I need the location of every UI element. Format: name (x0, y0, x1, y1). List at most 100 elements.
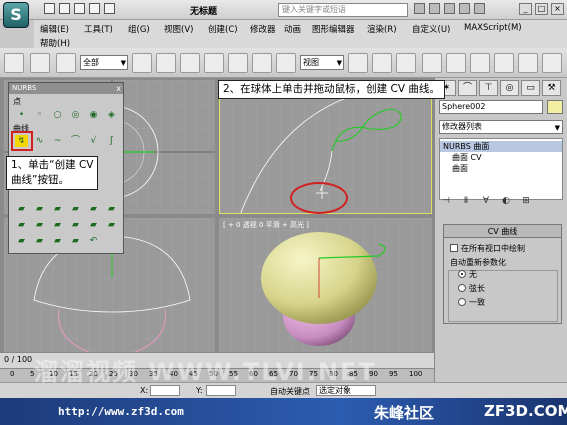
nurbs-curve-curve-point-icon[interactable]: ◎ (69, 109, 82, 121)
cv-curve-rollout-header[interactable]: CV 曲线 (444, 225, 561, 238)
surface-tool-9-icon[interactable]: ▰ (51, 219, 64, 231)
menu-maxscript[interactable]: MAXScript(M) (464, 23, 522, 33)
surface-tool-16-icon[interactable]: ▰ (69, 235, 82, 247)
object-color-swatch[interactable] (547, 100, 563, 114)
selection-filter-dropdown[interactable]: 全部 (80, 55, 128, 70)
app-logo[interactable]: S (3, 2, 29, 28)
snaps-toggle-icon[interactable] (422, 53, 442, 73)
motion-tab-icon[interactable]: ◎ (500, 80, 519, 96)
menu-rendering[interactable]: 渲染(R) (367, 23, 397, 35)
stack-item-surface[interactable]: 曲面 (440, 163, 562, 174)
menu-tools[interactable]: 工具(T) (84, 23, 113, 35)
fit-curve-icon[interactable]: ~ (51, 135, 64, 147)
surface-tool-2-icon[interactable]: ▰ (33, 203, 46, 215)
menu-create[interactable]: 创建(C) (208, 23, 238, 35)
utilities-tab-icon[interactable]: ⚒ (542, 80, 561, 96)
nurbs-surface-curve-point-icon[interactable]: ◈ (105, 109, 118, 121)
subscription-icon[interactable] (429, 3, 440, 14)
menu-group[interactable]: 组(G) (128, 23, 150, 35)
radio-button[interactable] (458, 270, 466, 278)
display-tab-icon[interactable]: ▭ (521, 80, 540, 96)
align-icon[interactable] (518, 53, 538, 73)
help-search-input[interactable]: 键入关键字或短语 (278, 3, 408, 17)
percent-snap-icon[interactable] (470, 53, 490, 73)
surface-tool-6-icon[interactable]: ▰ (105, 203, 118, 215)
open-file-icon[interactable] (59, 3, 70, 14)
favorites-icon[interactable] (459, 3, 470, 14)
minimize-button[interactable]: _ (519, 3, 532, 15)
draw-all-viewports-checkbox[interactable]: 在所有视口中绘制 (450, 243, 525, 254)
configure-sets-icon[interactable]: ⊞ (519, 196, 533, 208)
nurbs-offset-point-icon[interactable]: ◦ (33, 109, 46, 121)
render-icon[interactable] (542, 53, 562, 73)
search-icon[interactable] (414, 3, 425, 14)
surface-tool-7-icon[interactable]: ▰ (15, 219, 28, 231)
redo-icon[interactable] (104, 3, 115, 14)
surface-tool-11-icon[interactable]: ▰ (87, 219, 100, 231)
save-icon[interactable] (74, 3, 85, 14)
new-file-icon[interactable] (44, 3, 55, 14)
bind-space-warp-icon[interactable] (56, 53, 76, 73)
undo-icon[interactable] (4, 53, 24, 73)
make-unique-icon[interactable]: ∀ (479, 196, 493, 208)
nurbs-surface-point-icon[interactable]: ◉ (87, 109, 100, 121)
surface-tool-13-icon[interactable]: ▰ (15, 235, 28, 247)
menu-views[interactable]: 视图(V) (164, 23, 193, 35)
surface-tool-8-icon[interactable]: ▰ (33, 219, 46, 231)
close-icon[interactable]: x (116, 83, 121, 94)
show-end-result-icon[interactable]: Ⅱ (459, 196, 473, 208)
surface-tool-14-icon[interactable]: ▰ (33, 235, 46, 247)
auto-key-button[interactable]: 自动关键点 (270, 386, 310, 397)
hierarchy-tab-icon[interactable]: ⊤ (479, 80, 498, 96)
radio-button[interactable] (458, 298, 466, 306)
rotate-icon[interactable] (252, 53, 272, 73)
modifier-list-dropdown[interactable]: 修改器列表 (439, 120, 563, 134)
select-by-name-icon[interactable] (156, 53, 176, 73)
surface-tool-1-icon[interactable]: ▰ (15, 203, 28, 215)
nurbs-point-icon[interactable]: • (15, 109, 28, 121)
radio-chord-length[interactable]: 弦长 (458, 283, 485, 294)
menu-customize[interactable]: 自定义(U) (412, 23, 450, 35)
checkbox[interactable] (450, 244, 458, 252)
radio-uniform[interactable]: 一致 (458, 297, 485, 308)
reference-coordinate-dropdown[interactable]: 视图 (300, 55, 344, 70)
select-link-icon[interactable] (30, 53, 50, 73)
menu-edit[interactable]: 编辑(E) (40, 23, 69, 35)
rectangular-selection-icon[interactable] (180, 53, 200, 73)
select-object-icon[interactable] (132, 53, 152, 73)
surface-tool-17-icon[interactable]: ↶ (87, 235, 100, 247)
menu-animation[interactable]: 动画 (284, 23, 301, 35)
help-icon[interactable] (474, 3, 485, 14)
pivot-center-icon[interactable] (348, 53, 368, 73)
close-button[interactable]: × (551, 3, 564, 15)
communication-icon[interactable] (444, 3, 455, 14)
undo-icon[interactable] (89, 3, 100, 14)
stack-item-surface-cv[interactable]: 曲面 CV (440, 152, 562, 163)
surface-tool-15-icon[interactable]: ▰ (51, 235, 64, 247)
scale-icon[interactable] (276, 53, 296, 73)
angle-snap-icon[interactable] (446, 53, 466, 73)
offset-curve-icon[interactable]: ʃ (105, 135, 118, 147)
menu-graph-editors[interactable]: 图形编辑器 (312, 23, 355, 35)
radio-none[interactable]: 无 (458, 269, 477, 280)
surface-tool-4-icon[interactable]: ▰ (69, 203, 82, 215)
select-manipulate-icon[interactable] (372, 53, 392, 73)
window-crossing-icon[interactable] (204, 53, 224, 73)
transform-curve-icon[interactable]: ⌒ (69, 135, 82, 147)
surface-tool-12-icon[interactable]: ▰ (105, 219, 118, 231)
surface-tool-10-icon[interactable]: ▰ (69, 219, 82, 231)
surface-tool-5-icon[interactable]: ▰ (87, 203, 100, 215)
blend-curve-icon[interactable]: √ (87, 135, 100, 147)
remove-modifier-icon[interactable]: ◐ (499, 196, 513, 208)
object-name-field[interactable]: Sphere002 (439, 100, 543, 114)
stack-item-nurbs-surface[interactable]: NURBS 曲面 (440, 141, 562, 152)
radio-button[interactable] (458, 284, 466, 292)
keyboard-shortcut-icon[interactable] (396, 53, 416, 73)
maximize-button[interactable]: □ (535, 3, 548, 15)
move-icon[interactable] (228, 53, 248, 73)
menu-modifiers[interactable]: 修改器 (250, 23, 276, 35)
create-point-curve-icon[interactable]: ∿ (33, 135, 46, 147)
mirror-icon[interactable] (494, 53, 514, 73)
modify-tab-icon[interactable]: ⌒ (458, 80, 477, 96)
surface-tool-3-icon[interactable]: ▰ (51, 203, 64, 215)
